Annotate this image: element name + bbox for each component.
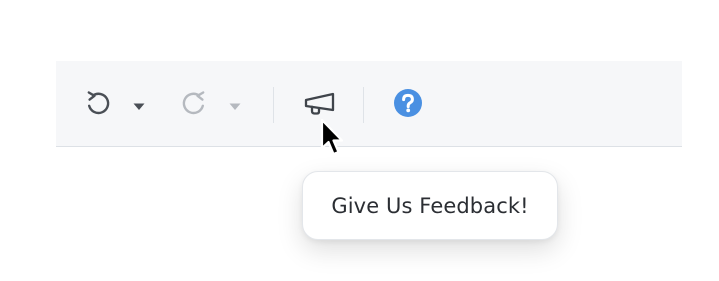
caret-down-icon [229,96,241,115]
undo-dropdown-button[interactable] [130,95,148,115]
mouse-pointer-icon [320,118,344,156]
redo-icon [178,87,208,123]
help-icon [393,88,423,122]
caret-down-icon [133,96,145,115]
undo-icon [84,87,114,123]
toolbar [56,61,682,147]
redo-dropdown-button[interactable] [226,95,244,115]
toolbar-divider [363,87,364,123]
undo-button[interactable] [80,87,118,123]
toolbar-divider [273,87,274,123]
tooltip-text: Give Us Feedback! [331,193,529,218]
redo-button[interactable] [174,87,212,123]
help-button[interactable] [390,89,426,121]
feedback-tooltip: Give Us Feedback! [302,171,558,240]
